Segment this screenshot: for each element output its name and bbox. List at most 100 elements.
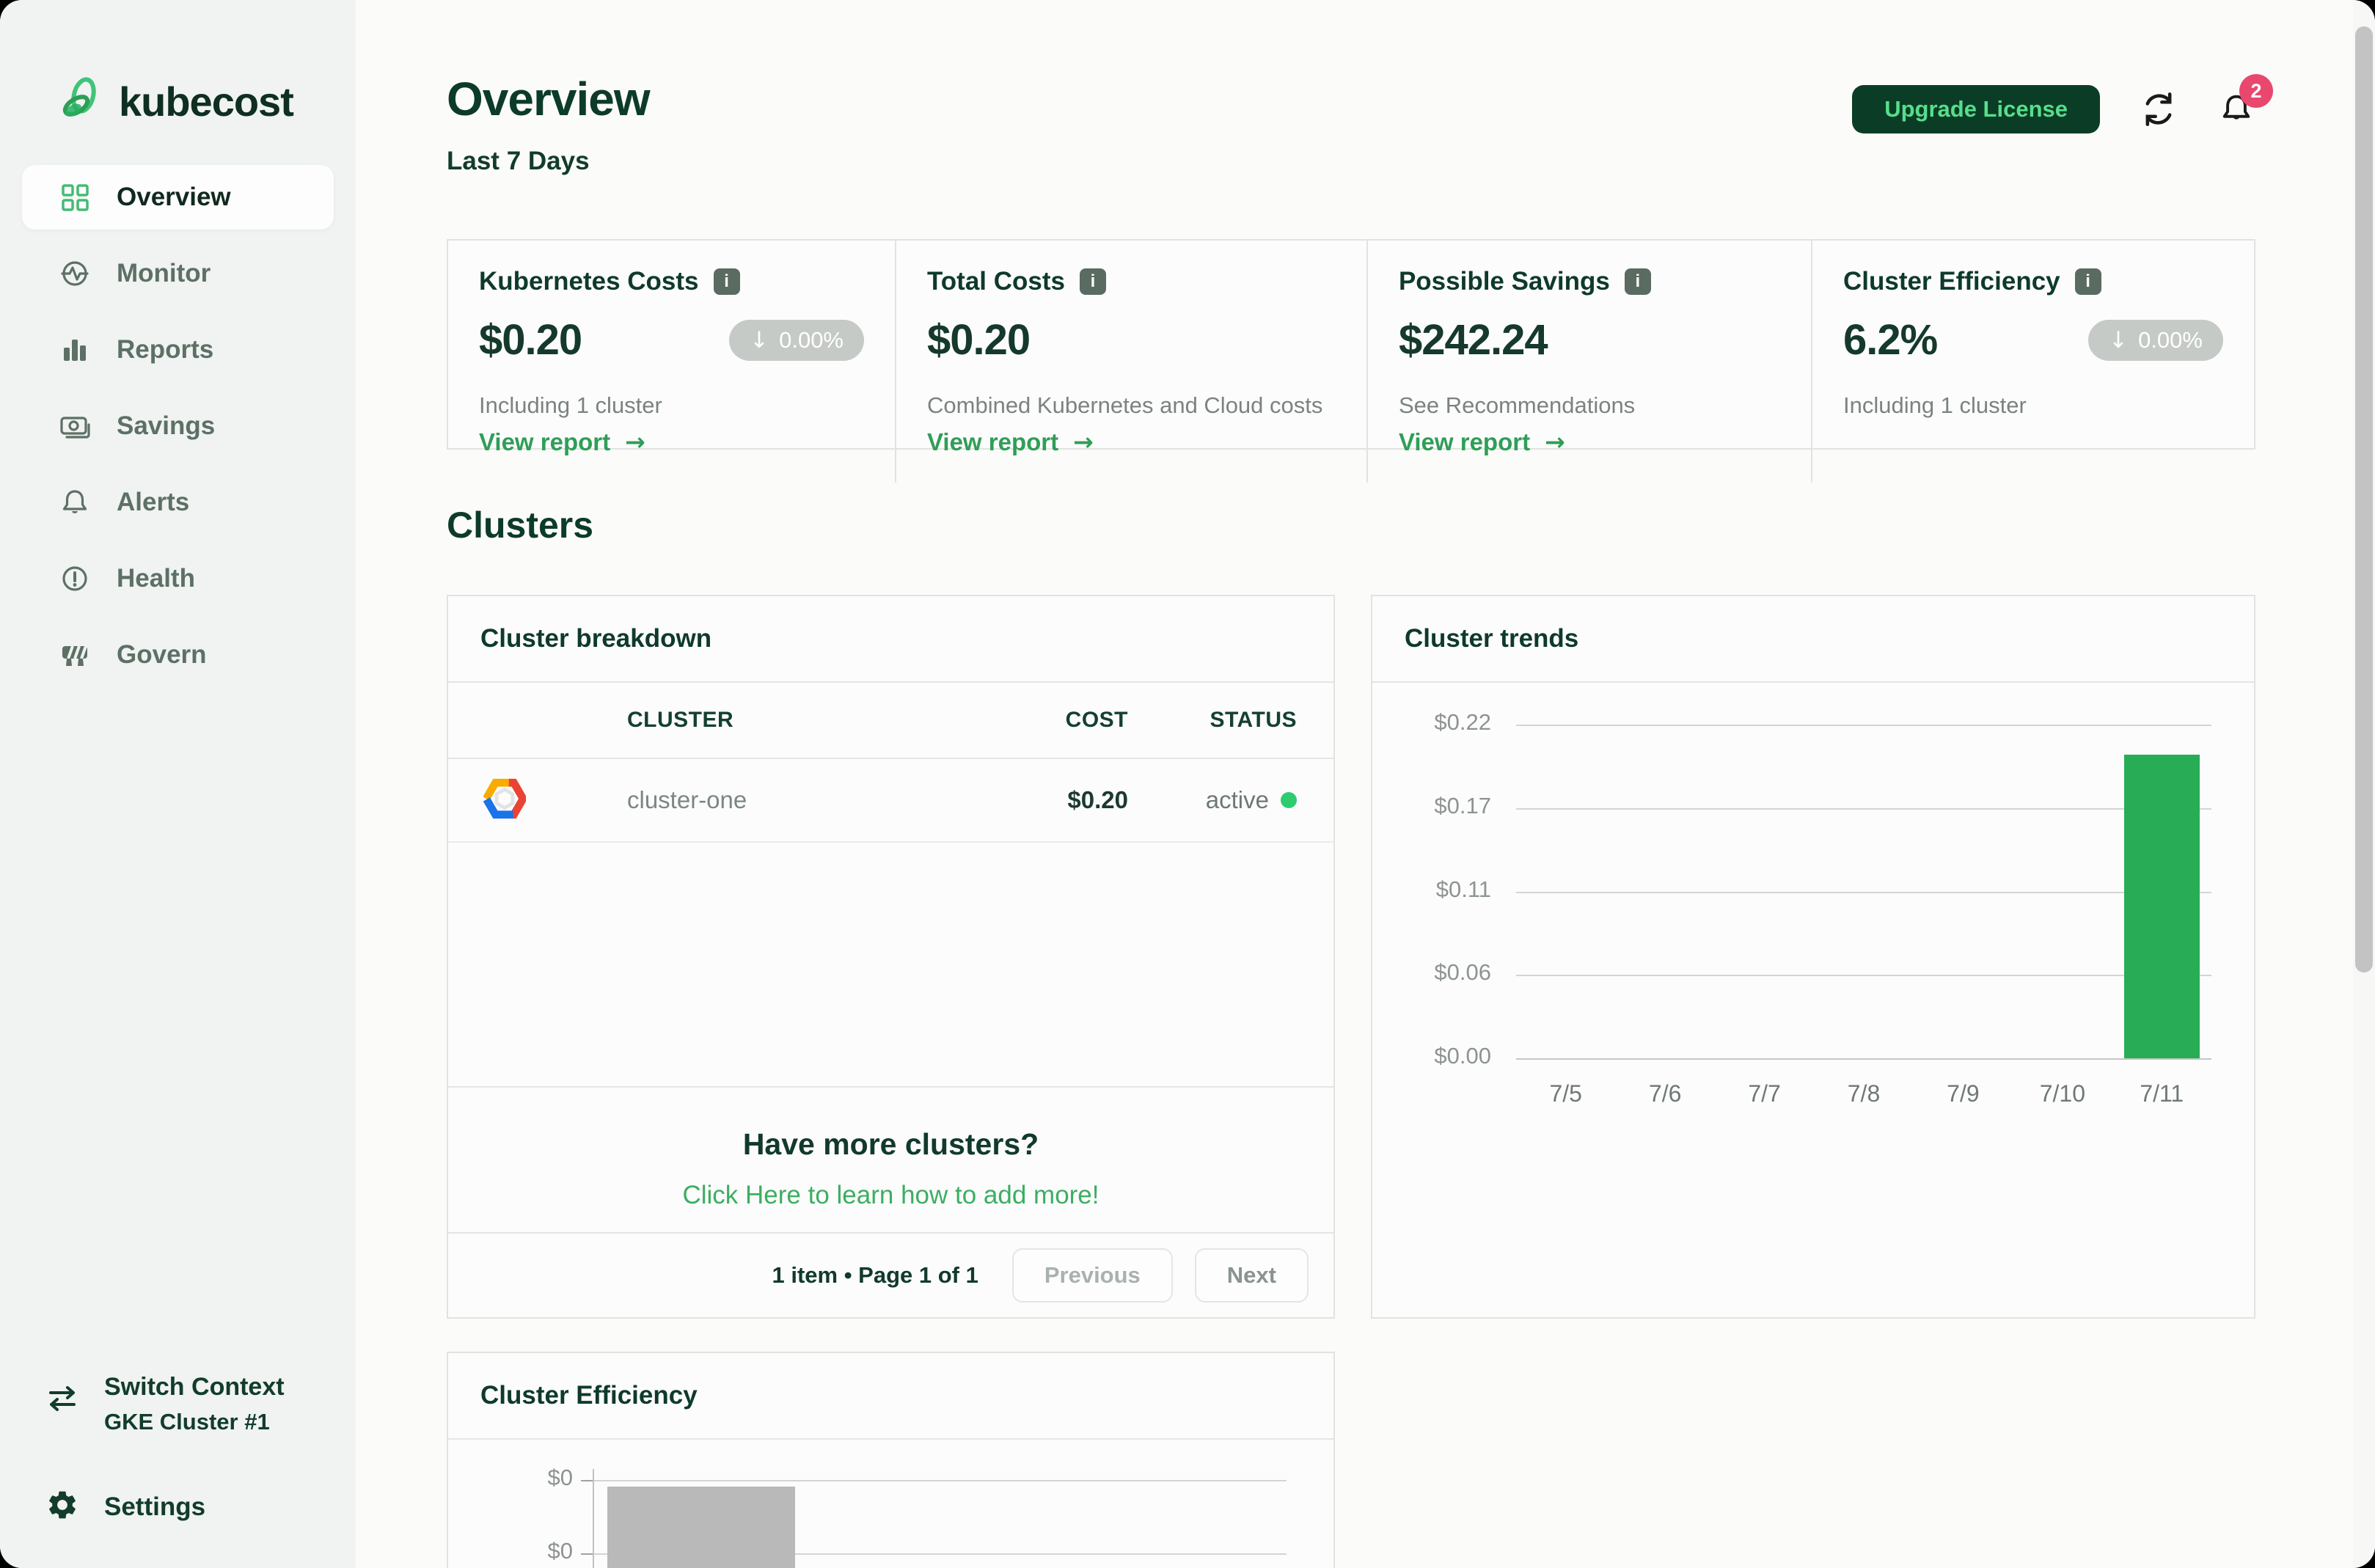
x-tick-label: 7/10 [2039, 1080, 2085, 1107]
monitor-pulse-icon [58, 257, 92, 290]
y-tick-label: $0.11 [1435, 876, 1491, 902]
info-icon[interactable]: i [2074, 268, 2101, 295]
more-clusters-title: Have more clusters? [742, 1127, 1039, 1161]
gridline [1516, 1058, 2211, 1060]
kubecost-dashboard: kubecost Overview Monitor Reports Saving… [0, 0, 2375, 1568]
sidebar-item-label: Savings [117, 411, 216, 440]
info-icon[interactable]: i [713, 268, 740, 295]
sidebar-item-health[interactable]: Health [22, 546, 334, 611]
switch-context-label: Switch Context [104, 1373, 285, 1401]
y-tick-label: $0 [547, 1538, 573, 1564]
x-tick-label: 7/9 [1947, 1080, 1980, 1107]
delta-badge: ↓ 0.00% [2088, 319, 2223, 361]
page-title: Overview [447, 73, 651, 125]
arrow-right-icon: → [1073, 428, 1094, 456]
x-tick-label: 7/11 [2140, 1080, 2184, 1107]
notifications-bell-button[interactable]: 2 [2217, 74, 2273, 128]
stat-card-value: 6.2% [1842, 316, 1938, 364]
stat-card-cluster-efficiency: Cluster Efficiency i 6.2% ↓ 0.00% Includi… [1810, 241, 2254, 483]
bar-chart-icon [58, 333, 92, 367]
money-icon [58, 409, 92, 443]
stat-card-value: $0.20 [927, 316, 1031, 364]
stat-card-subtext: See Recommendations [1398, 392, 1636, 418]
stat-card-value: $0.20 [479, 316, 582, 364]
y-tick-mark [581, 1480, 593, 1481]
y-tick-label: $0.06 [1434, 959, 1491, 986]
refresh-button[interactable] [2140, 90, 2178, 128]
current-context-value: GKE Cluster #1 [104, 1409, 270, 1435]
previous-page-button[interactable]: Previous [1011, 1248, 1173, 1303]
stat-card-value: $242.24 [1398, 316, 1548, 364]
stat-card-subtext: Including 1 cluster [479, 392, 662, 418]
next-page-button[interactable]: Next [1194, 1248, 1309, 1303]
arrow-down-icon: ↓ [2109, 326, 2129, 353]
settings-button[interactable]: Settings [26, 1488, 285, 1525]
stat-card-title: Total Costs [927, 267, 1065, 296]
google-cloud-icon [483, 777, 627, 824]
sidebar: kubecost Overview Monitor Reports Saving… [0, 0, 356, 1568]
gridline [1516, 725, 2211, 726]
stat-card-title: Kubernetes Costs [479, 267, 699, 296]
column-header-cost: COST [1065, 708, 1128, 732]
sidebar-item-alerts[interactable]: Alerts [22, 470, 334, 535]
date-range-label: Last 7 Days [447, 147, 590, 175]
cluster-status: active [1128, 786, 1297, 814]
stat-card-subtext: Including 1 cluster [1842, 392, 2027, 418]
sidebar-item-govern[interactable]: Govern [22, 623, 334, 687]
y-tick-mark [581, 1553, 593, 1555]
sidebar-item-savings[interactable]: Savings [22, 394, 334, 458]
cluster-trends-title: Cluster trends [1405, 624, 1579, 653]
gridline [594, 1480, 1287, 1481]
view-report-link[interactable]: View report → [927, 428, 1094, 456]
x-tick-label: 7/5 [1549, 1080, 1582, 1107]
sidebar-item-label: Overview [117, 183, 231, 211]
y-tick-label: $0.00 [1434, 1043, 1491, 1069]
clusters-grid: Cluster breakdown CLUSTER COST STATUS cl… [447, 595, 2255, 1319]
trend-bar [2123, 755, 2200, 1058]
table-row[interactable]: cluster-one $0.20 active [448, 759, 1333, 843]
stat-card-title: Possible Savings [1398, 267, 1610, 296]
column-header-status: STATUS [1210, 708, 1297, 732]
switch-context-button[interactable]: Switch Context GKE Cluster #1 [26, 1373, 285, 1435]
cluster-trends-chart: $0.22 $0.17 $0.11 $0.06 $0.00 7/5 7/6 7/7 7/8 7/9… [1372, 683, 2254, 1317]
cluster-breakdown-card: Cluster breakdown CLUSTER COST STATUS cl… [447, 595, 1335, 1319]
efficiency-bar [607, 1487, 795, 1568]
cluster-efficiency-card: Cluster Efficiency $0 $0 [447, 1352, 1335, 1568]
stat-card-title: Cluster Efficiency [1842, 267, 2060, 296]
gridline [1516, 891, 2211, 893]
stat-cards-row: Kubernetes Costs i $0.20 ↓ 0.00% Includin… [447, 239, 2255, 483]
kubecost-logo-icon [57, 76, 104, 127]
view-report-link[interactable]: View report → [1399, 428, 1565, 456]
exclamation-circle-icon [58, 562, 92, 596]
page-header: Overview Last 7 Days Upgrade License 2 [447, 72, 2273, 176]
settings-label: Settings [104, 1492, 206, 1521]
grid-icon [58, 180, 92, 214]
scrollbar-track [2353, 0, 2375, 1568]
sidebar-item-reports[interactable]: Reports [22, 318, 334, 382]
status-dot-icon [1281, 792, 1297, 808]
more-clusters-prompt: Have more clusters? Click Here to learn … [448, 1086, 1333, 1232]
y-tick-label: $0 [547, 1465, 573, 1490]
stat-card-subtext: Combined Kubernetes and Cloud costs [927, 392, 1323, 418]
sidebar-item-overview[interactable]: Overview [22, 165, 334, 230]
add-clusters-link[interactable]: Click Here to learn how to add more! [682, 1181, 1099, 1210]
scrollbar-thumb[interactable] [2355, 26, 2373, 972]
info-icon[interactable]: i [1624, 268, 1651, 295]
kubecost-logo: kubecost [57, 76, 356, 127]
sidebar-item-label: Alerts [117, 488, 190, 516]
brand-name: kubecost [119, 78, 294, 125]
x-tick-label: 7/8 [1847, 1080, 1881, 1107]
column-header-cluster: CLUSTER [627, 708, 734, 732]
x-tick-label: 7/6 [1648, 1080, 1682, 1107]
switch-context-icon [45, 1383, 79, 1416]
upgrade-license-button[interactable]: Upgrade License [1852, 85, 2100, 133]
y-tick-label: $0.22 [1434, 709, 1491, 735]
cluster-efficiency-chart: $0 $0 [448, 1440, 1333, 1568]
cluster-efficiency-title: Cluster Efficiency [480, 1381, 698, 1410]
pagination-bar: 1 item • Page 1 of 1 Previous Next [448, 1232, 1333, 1317]
stat-card-kubernetes-costs: Kubernetes Costs i $0.20 ↓ 0.00% Includin… [448, 241, 895, 483]
cluster-cost: $0.20 [1067, 786, 1128, 813]
sidebar-item-monitor[interactable]: Monitor [22, 241, 334, 306]
view-report-link[interactable]: View report → [479, 428, 645, 456]
info-icon[interactable]: i [1079, 268, 1106, 295]
